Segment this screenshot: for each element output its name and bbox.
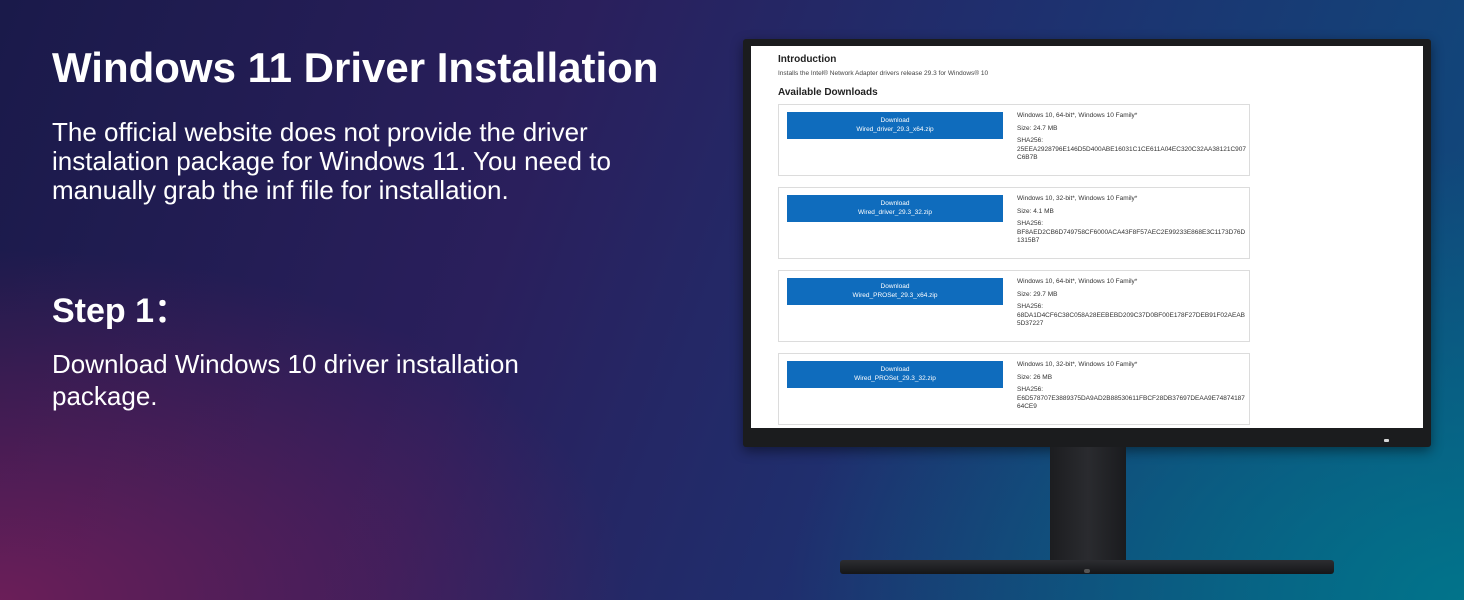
download-sha-value: E6D578707E3889375DA9AD2B88530611FBCF28DB… [1017,394,1245,411]
step-description: Download Windows 10 driver installation … [52,349,519,411]
download-info: Windows 10, 32-bit*, Windows 10 Family* … [1017,361,1247,412]
download-info: Windows 10, 64-bit*, Windows 10 Family* … [1017,112,1247,163]
download-button-label: Download [880,366,910,373]
monitor-stand-neck [1050,447,1126,563]
download-os: Windows 10, 64-bit*, Windows 10 Family* [1017,278,1138,285]
download-os: Windows 10, 32-bit*, Windows 10 Family* [1017,195,1138,202]
download-size: Size: 4.1 MB [1017,207,1054,215]
download-file-name: Wired_driver_29.3_32.zip [857,208,933,216]
monitor: Introduction Installs the Intel® Network… [743,39,1431,447]
download-file-name: Wired_driver_29.3_x64.zip [856,125,934,133]
download-card: Download Wired_PROSet_29.3_x64.zip Windo… [778,270,1250,342]
download-sha-value: 25EEA2928796E146D5D400ABE16031C1CE611A04… [1017,145,1247,162]
download-sha-value: BF8AED2CB6D749758CF6000ACA43F8F57AEC2E99… [1017,228,1246,245]
download-file-name: Wired_PROSet_29.3_x64.zip [852,291,938,299]
download-button-label: Download [880,200,910,207]
step-title: Step 1： [52,292,189,330]
download-card: Download Wired_driver_29.3_x64.zip Windo… [778,104,1250,176]
download-sha-value: 68DA1D4CF6C38C058A28EEBEBD209C37D0BF00E1… [1017,311,1245,328]
monitor-screen: Introduction Installs the Intel® Network… [751,46,1423,428]
download-card: Download Wired_PROSet_29.3_32.zip Window… [778,353,1250,425]
download-card: Download Wired_driver_29.3_32.zip Window… [778,187,1250,259]
download-button[interactable]: Download Wired_driver_29.3_32.zip [787,195,1003,222]
download-info: Windows 10, 64-bit*, Windows 10 Family* … [1017,278,1247,329]
download-file-name: Wired_PROSet_29.3_32.zip [854,374,936,382]
screen-available-downloads-heading: Available Downloads [778,87,878,98]
download-size: Size: 26 MB [1017,373,1053,381]
download-sha-label: SHA256: [1017,386,1044,393]
download-sha-label: SHA256: [1017,220,1044,227]
intro-paragraph: The official website does not provide th… [52,117,611,205]
screen-introduction-text: Installs the Intel® Network Adapter driv… [778,70,989,77]
page-title: Windows 11 Driver Installation [52,44,659,91]
download-sha-label: SHA256: [1017,137,1044,144]
download-info: Windows 10, 32-bit*, Windows 10 Family* … [1017,195,1247,246]
download-button[interactable]: Download Wired_PROSet_29.3_x64.zip [787,278,1003,305]
download-button[interactable]: Download Wired_PROSet_29.3_32.zip [787,361,1003,388]
screen-introduction-heading: Introduction [778,54,837,65]
download-size: Size: 24.7 MB [1017,124,1058,132]
monitor-base-detail [1084,569,1090,573]
download-button-label: Download [880,283,910,290]
download-os: Windows 10, 64-bit*, Windows 10 Family* [1017,112,1138,119]
download-sha-label: SHA256: [1017,303,1044,310]
download-button-label: Download [880,117,910,124]
download-size: Size: 29.7 MB [1017,290,1058,298]
download-os: Windows 10, 32-bit*, Windows 10 Family* [1017,361,1138,368]
download-button[interactable]: Download Wired_driver_29.3_x64.zip [787,112,1003,139]
power-indicator [1384,439,1389,442]
